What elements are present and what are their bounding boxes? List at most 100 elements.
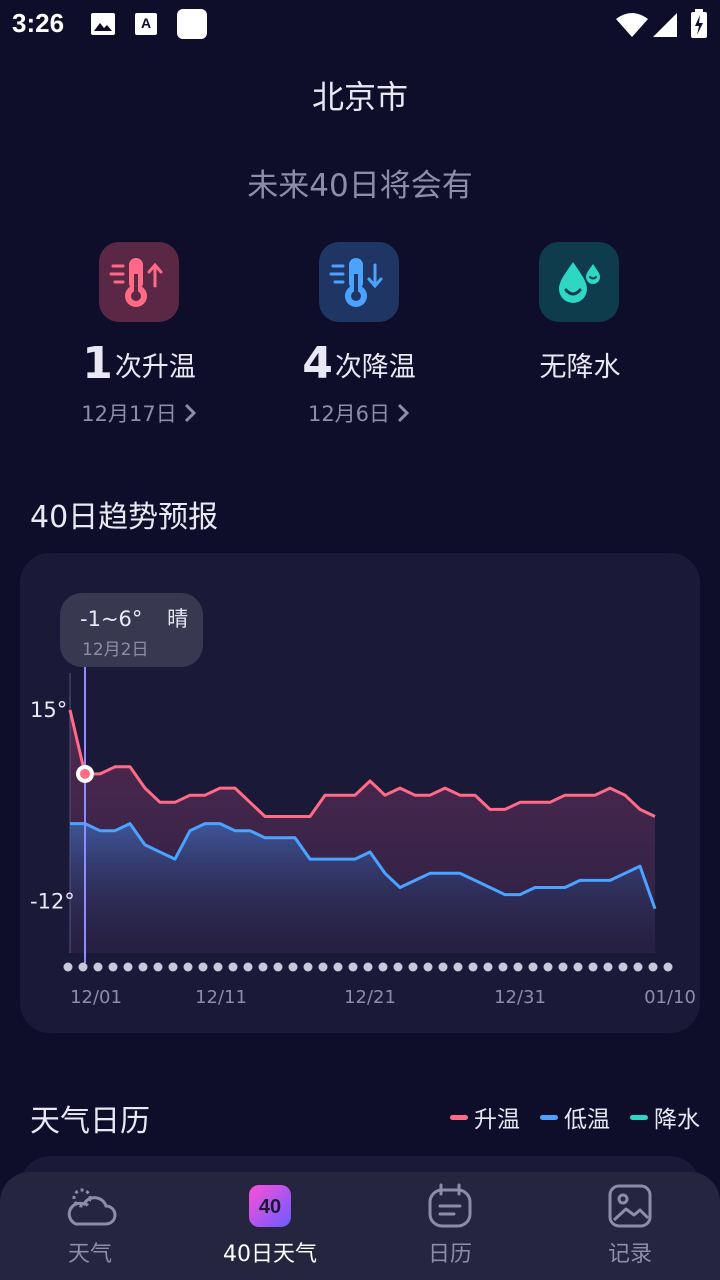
day-dot: [303, 962, 313, 972]
day-dot: [123, 962, 133, 972]
day-dot: [618, 962, 628, 972]
warming-count: 1: [82, 338, 113, 389]
nav-label: 记录: [607, 1242, 652, 1267]
day-dot: [213, 962, 223, 972]
day-dot: [513, 962, 523, 972]
day-dot: [168, 962, 178, 972]
wifi-icon: [616, 13, 648, 37]
day-dot: [663, 962, 673, 972]
svg-text:A: A: [141, 15, 151, 31]
legend-item-low: 低温: [540, 1100, 610, 1134]
day-dot: [543, 962, 553, 972]
day-dot: [363, 962, 373, 972]
x-tick-label: 12/31: [494, 987, 546, 1008]
day-dot: [63, 962, 73, 972]
day-dot: [198, 962, 208, 972]
nav-label: 日历: [427, 1242, 472, 1267]
chevron-right-icon: [184, 403, 196, 423]
nav-label: 40日天气: [223, 1242, 317, 1267]
day-dot: [603, 962, 613, 972]
day-dot: [423, 962, 433, 972]
day-dot: [93, 962, 103, 972]
chevron-right-icon: [397, 403, 410, 423]
x-tick-label: 12/11: [195, 987, 247, 1008]
day-dot: [483, 962, 493, 972]
water-drop-icon: [539, 242, 619, 322]
precipitation-stat: 无降水: [469, 242, 689, 386]
calendar-icon: [422, 1182, 478, 1230]
day-dot: [78, 962, 88, 972]
y-tick-label: -12°: [30, 890, 75, 914]
chart-tooltip: -1~6° 晴 12月2日: [60, 593, 203, 667]
day-dot: [228, 962, 238, 972]
calendar-section-title: 天气日历: [30, 1104, 150, 1139]
warming-thermometer-icon: [99, 242, 179, 322]
day-dot: [573, 962, 583, 972]
app-notification-icon: [177, 9, 207, 39]
battery-icon: [691, 9, 707, 38]
day-dot: [468, 962, 478, 972]
forty-badge-text: 40: [259, 1196, 281, 1218]
day-dot: [453, 962, 463, 972]
legend-label: 升温: [474, 1107, 520, 1133]
day-dot: [558, 962, 568, 972]
day-dot: [153, 962, 163, 972]
cooling-stat[interactable]: 4 次降温 12月6日: [249, 242, 469, 428]
nav-tab-calendar[interactable]: 日历: [360, 1182, 540, 1268]
nav-tab-40day[interactable]: 40 40日天气: [180, 1182, 360, 1268]
bottom-nav: 天气 40 40日天气 日历 记录: [0, 1172, 720, 1280]
legend-item-rain: 降水: [630, 1100, 700, 1134]
x-tick-label: 12/21: [344, 987, 396, 1008]
day-dot: [183, 962, 193, 972]
cooling-thermometer-icon: [319, 242, 399, 322]
trend-section-title: 40日趋势预报: [30, 500, 219, 535]
nav-label: 天气: [67, 1242, 112, 1267]
selection-dot-inner: [80, 768, 90, 779]
tooltip-date: 12月2日: [82, 640, 149, 660]
tooltip-weather: 晴: [167, 607, 189, 631]
status-time: 3:26: [12, 8, 65, 38]
gallery-notification-icon: [91, 13, 115, 35]
day-dot: [588, 962, 598, 972]
day-dot: [348, 962, 358, 972]
day-dot: [393, 962, 403, 972]
signal-icon: [653, 13, 677, 37]
warming-date: 12月17日: [81, 402, 177, 426]
city-title: 北京市: [311, 78, 408, 116]
picture-icon: [602, 1182, 658, 1230]
x-tick-label: 01/10: [644, 987, 696, 1008]
day-dot: [138, 962, 148, 972]
warming-stat[interactable]: 1 次升温 12月17日: [29, 242, 249, 428]
font-notification-icon: A: [135, 13, 157, 35]
legend-swatch: [540, 1114, 558, 1120]
x-tick-label: 12/01: [70, 987, 122, 1008]
day-dot: [243, 962, 253, 972]
day-dot: [258, 962, 268, 972]
day-dot: [633, 962, 643, 972]
chart-legend: 升温 低温 降水: [450, 1100, 700, 1134]
cooling-label: 次降温: [334, 352, 416, 383]
legend-swatch: [630, 1114, 648, 1120]
forecast-subtitle: 未来40日将会有: [247, 168, 473, 204]
nav-tab-records[interactable]: 记录: [540, 1182, 720, 1268]
legend-label: 降水: [654, 1107, 700, 1133]
day-dot: [528, 962, 538, 972]
status-bar: 3:26 A: [0, 0, 720, 50]
day-dot: [318, 962, 328, 972]
y-tick-label: 15°: [30, 698, 67, 722]
day-dot: [333, 962, 343, 972]
precipitation-label: 无降水: [539, 352, 621, 383]
cloud-sun-icon: [62, 1182, 118, 1230]
day-dot: [438, 962, 448, 972]
day-dot: [648, 962, 658, 972]
day-dot: [378, 962, 388, 972]
cooling-date: 12月6日: [307, 402, 391, 426]
legend-item-warming: 升温: [450, 1100, 520, 1134]
warming-label: 次升温: [114, 352, 196, 383]
day-dot: [408, 962, 418, 972]
cooling-count: 4: [302, 338, 333, 389]
nav-tab-weather[interactable]: 天气: [0, 1182, 180, 1268]
day-dot: [498, 962, 508, 972]
legend-swatch: [450, 1114, 468, 1120]
trend-chart-card[interactable]: 15° -12° 12/01 12/11 12/21 12/31 01/10 -1~6° 晴…: [20, 553, 700, 1033]
